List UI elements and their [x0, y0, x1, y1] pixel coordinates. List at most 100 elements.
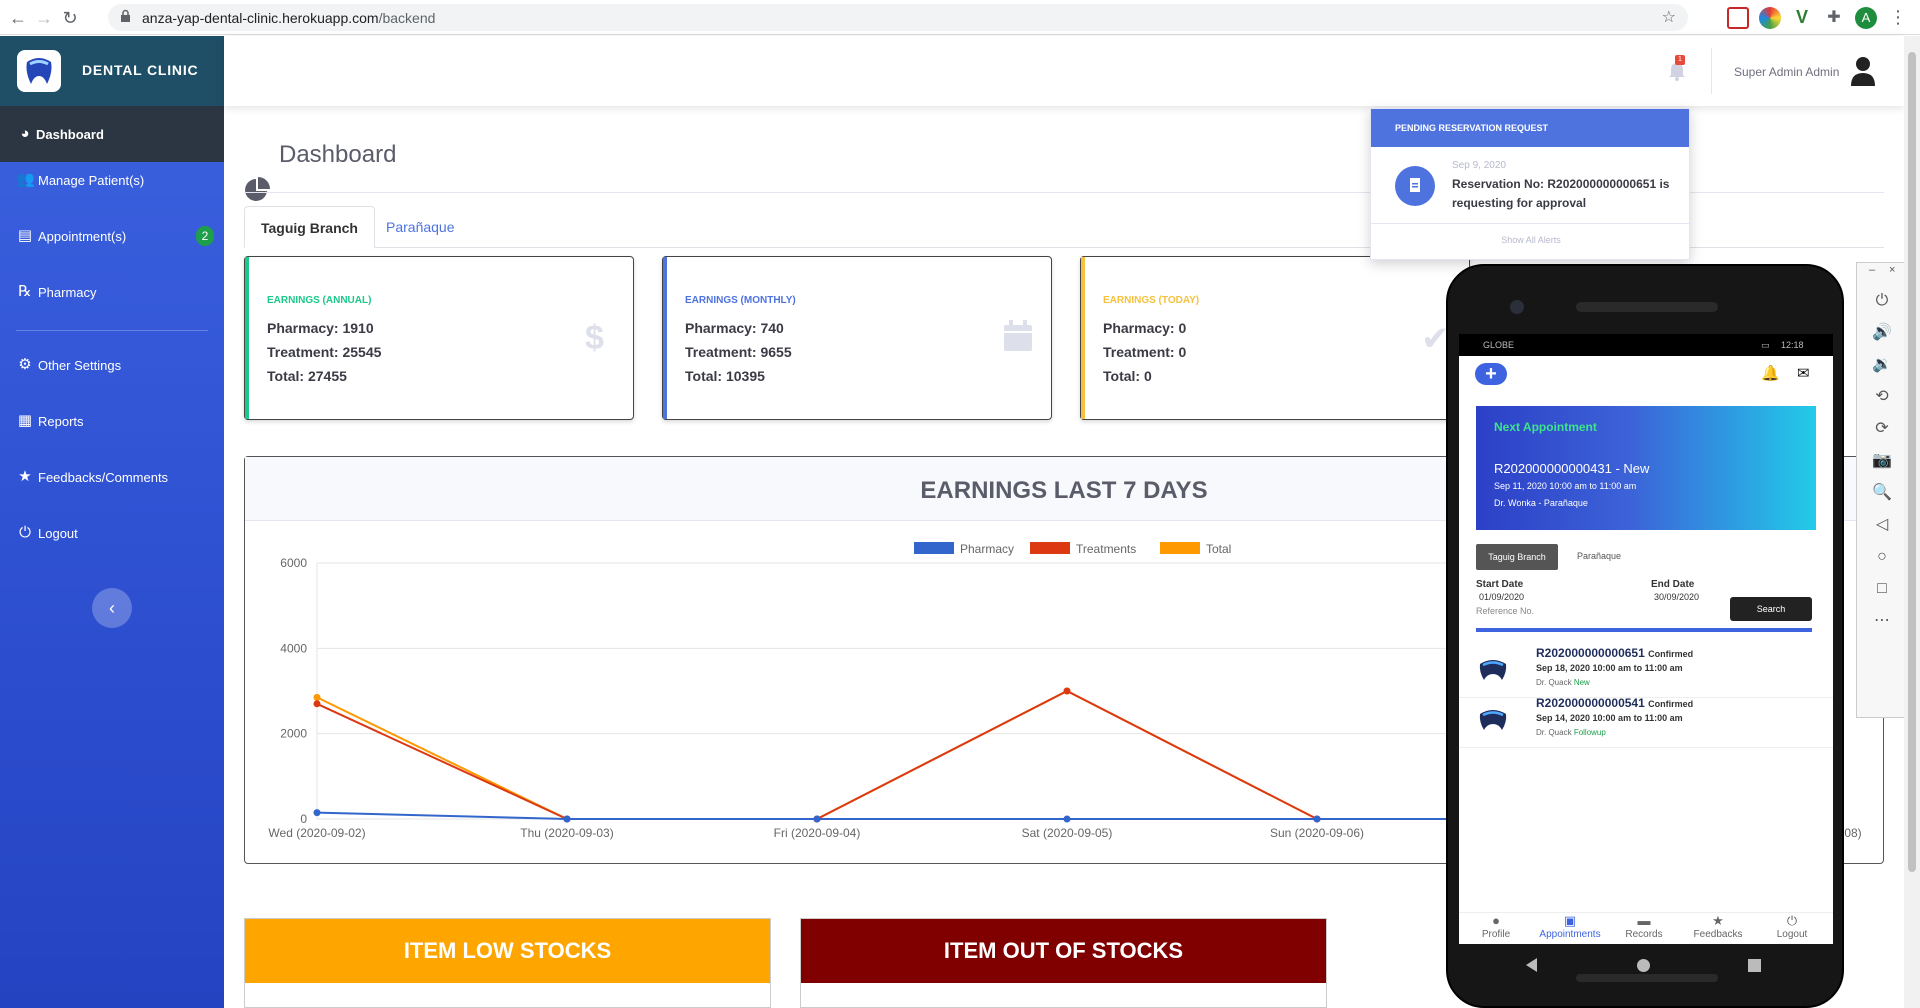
prescription-icon: ℞ [18, 283, 32, 300]
scrollbar-thumb[interactable] [1908, 52, 1916, 872]
page-title-text: Dashboard [279, 141, 397, 168]
topbar-divider [1711, 48, 1712, 94]
sidebar-collapse-button[interactable]: ‹ [92, 588, 132, 628]
tachometer-icon: ◕ [20, 125, 30, 142]
add-appointment-button[interactable]: + [1475, 363, 1507, 385]
sidebar-item-settings[interactable]: ⚙ Other Settings [0, 337, 224, 393]
appointment-time: Sep 18, 2020 10:00 am to 11:00 am [1536, 663, 1683, 673]
card-total: Total: 10395 [685, 368, 765, 384]
calendar-check-icon: ▣ [1563, 913, 1577, 928]
phone-tab-paranaque[interactable]: Parañaque [1577, 551, 1621, 561]
alert-message[interactable]: Reservation No: R202000000000651 is requ… [1452, 175, 1672, 213]
page-scrollbar[interactable] [1904, 36, 1920, 1008]
lock-icon [121, 9, 130, 22]
rotate-left-icon[interactable]: ⟲ [1870, 385, 1894, 409]
alert-count-badge: 1 [1675, 55, 1685, 65]
earnings-annual-card: EARNINGS (ANNUAL) Pharmacy: 1910 Treatme… [244, 256, 634, 420]
sidebar-item-label: Reports [38, 414, 84, 429]
low-stocks-card: ITEM LOW STOCKS [244, 918, 771, 1008]
sidebar-item-reports[interactable]: ▦ Reports [0, 393, 224, 449]
topbar: 1 Super Admin Admin [224, 36, 1904, 106]
rotate-right-icon[interactable]: ⟳ [1870, 417, 1894, 441]
profile-avatar[interactable]: A [1855, 7, 1877, 29]
sidebar-item-feedbacks[interactable]: ★ Feedbacks/Comments [0, 449, 224, 505]
tab-paranaque[interactable]: Parañaque [370, 206, 471, 248]
zoom-icon[interactable]: 🔍 [1870, 481, 1894, 505]
phone-status-bar: GLOBE ▭ 12:18 [1459, 334, 1833, 356]
bell-icon[interactable]: 🔔 [1761, 364, 1780, 382]
card-treatment: Treatment: 25545 [267, 344, 382, 360]
battery-icon: ▭ [1761, 340, 1770, 350]
volume-down-icon[interactable]: 🔉 [1870, 353, 1894, 377]
legend-label: Total [1206, 542, 1231, 556]
back-icon[interactable]: ◁ [1870, 513, 1894, 537]
calendar-icon [1004, 320, 1032, 351]
appointments-badge: 2 [196, 226, 214, 246]
phone-search-button[interactable]: Search [1730, 597, 1812, 621]
address-bar[interactable]: anza-yap-dental-clinic.herokuapp.com/bac… [108, 4, 1688, 31]
home-icon[interactable]: ○ [1870, 545, 1894, 569]
sidebar-item-pharmacy[interactable]: ℞ Pharmacy [0, 264, 224, 320]
overview-icon[interactable]: □ [1870, 577, 1894, 601]
power-icon[interactable]: ⏻ [1870, 289, 1894, 313]
end-date-field[interactable]: 30/09/2020 [1654, 592, 1699, 602]
phone-nav-appointments[interactable]: ▣ Appointments [1533, 913, 1607, 944]
volume-up-icon[interactable]: 🔊 [1870, 321, 1894, 345]
mail-icon[interactable]: ✉ [1797, 364, 1810, 382]
android-emulator-device: GLOBE ▭ 12:18 + 🔔 ✉ Next Appointment R20… [1446, 264, 1844, 1008]
phone-tab-taguig[interactable]: Taguig Branch [1476, 544, 1558, 570]
android-home-icon[interactable] [1637, 959, 1650, 972]
y-tick-label: 2000 [280, 727, 307, 741]
data-point [1063, 815, 1071, 823]
extension-pocket-icon[interactable] [1727, 7, 1749, 29]
extension-color-icon[interactable] [1759, 7, 1781, 29]
legend-swatch [1030, 542, 1070, 554]
phone-nav-profile[interactable]: ● Profile [1459, 913, 1533, 944]
extensions-puzzle-icon[interactable]: ✚ [1823, 7, 1845, 29]
users-icon: 👥 [16, 171, 35, 188]
card-accent-bar [1081, 257, 1085, 419]
sidebar-item-label: Logout [38, 526, 78, 541]
cogs-icon: ⚙ [18, 356, 32, 373]
user-name[interactable]: Super Admin Admin [1734, 65, 1839, 79]
phone-nav-feedbacks[interactable]: ★ Feedbacks [1681, 913, 1755, 944]
sidebar-item-appointments[interactable]: ▤ Appointment(s) 2 [0, 208, 224, 264]
power-icon: ⏻ [19, 524, 31, 541]
low-stocks-header: ITEM LOW STOCKS [245, 919, 770, 983]
reference-no-input[interactable]: Reference No. [1476, 606, 1534, 616]
android-back-icon[interactable] [1526, 958, 1537, 972]
show-all-alerts-link[interactable]: Show All Alerts [1371, 235, 1691, 245]
sidebar-item-logout[interactable]: ⏻ Logout [0, 505, 224, 561]
close-icon[interactable]: × [1889, 264, 1895, 276]
sidebar-item-patients[interactable]: 👥 Manage Patient(s) [0, 152, 224, 208]
x-tick-label: Thu (2020-09-03) [520, 826, 613, 840]
extension-vue-icon[interactable]: V [1791, 7, 1813, 29]
alert-date: Sep 9, 2020 [1452, 160, 1506, 171]
data-point [313, 809, 321, 817]
next-appointment-title: Next Appointment [1494, 420, 1597, 434]
tab-taguig-branch[interactable]: Taguig Branch [244, 206, 375, 248]
user-avatar-icon[interactable] [1850, 56, 1876, 86]
phone-time: 12:18 [1781, 340, 1804, 350]
dollar-icon: $ [585, 319, 604, 357]
android-recents-icon[interactable] [1748, 959, 1761, 972]
minimize-icon[interactable]: – [1869, 264, 1875, 276]
front-camera [1510, 300, 1524, 314]
star-bookmark-icon[interactable]: ☆ [1662, 7, 1676, 27]
phone-nav-logout[interactable]: ⏻ Logout [1755, 913, 1829, 944]
sidebar-brand[interactable]: DENTAL CLINIC [0, 36, 224, 106]
forward-icon[interactable]: → [32, 6, 56, 30]
appointment-row[interactable]: R202000000000541 Confirmed Sep 14, 2020 … [1459, 688, 1833, 748]
camera-icon[interactable]: 📷 [1870, 449, 1894, 473]
browser-menu-icon[interactable]: ⋮ [1887, 7, 1909, 29]
start-date-field[interactable]: 01/09/2020 [1479, 592, 1524, 602]
next-appointment-card[interactable]: Next Appointment R202000000000431 - New … [1476, 406, 1816, 530]
back-icon[interactable]: ← [6, 6, 30, 30]
reload-icon[interactable]: ↻ [58, 6, 82, 30]
x-tick-label: 08) [1844, 826, 1861, 840]
phone-bottom-nav: ● Profile ▣ Appointments ▬ Records ★ Feedbac… [1459, 912, 1833, 944]
phone-nav-records[interactable]: ▬ Records [1607, 913, 1681, 944]
more-icon[interactable]: ⋯ [1870, 609, 1894, 633]
brand-name: DENTAL CLINIC [82, 62, 199, 78]
data-point [313, 693, 321, 701]
